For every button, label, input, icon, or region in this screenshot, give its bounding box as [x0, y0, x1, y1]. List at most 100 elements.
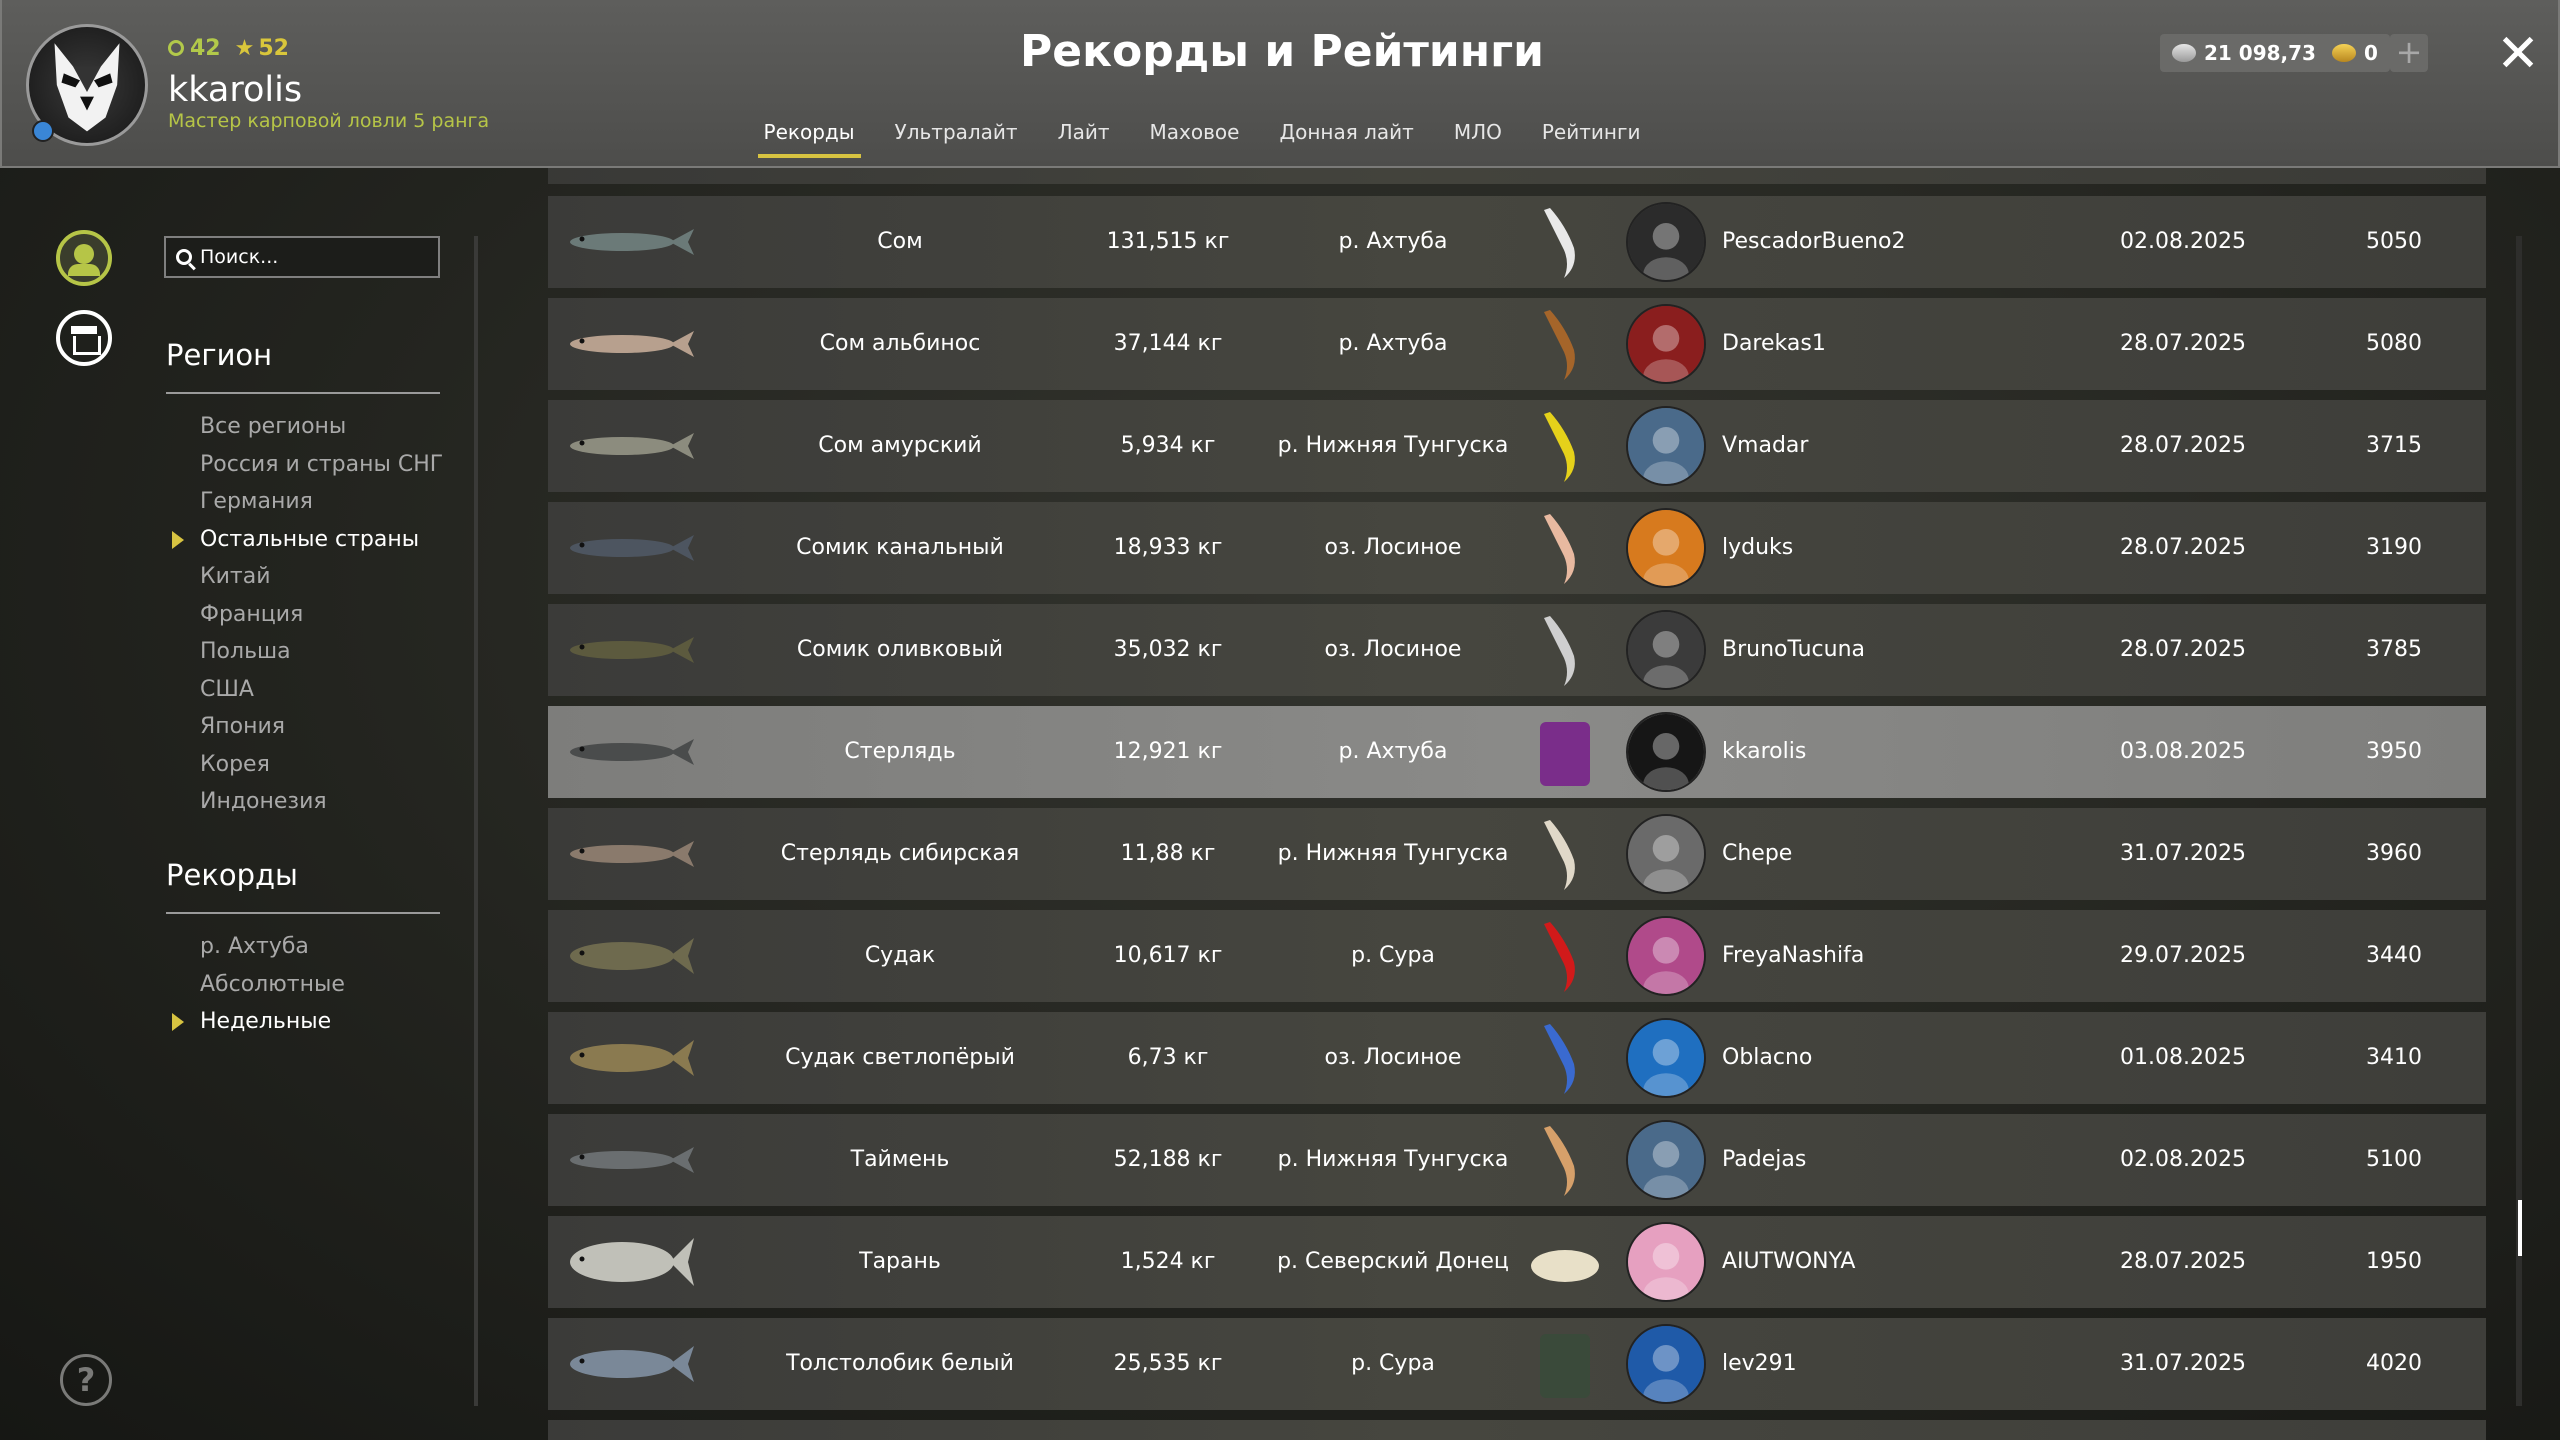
- player-name[interactable]: Vmadar: [1722, 400, 2002, 492]
- player-avatar-icon[interactable]: [1626, 1120, 1706, 1200]
- player-name[interactable]: PescadorBueno2: [1722, 196, 2002, 288]
- fish-weight: 10,617 кг: [1113, 943, 1223, 968]
- record-points: 3950: [2366, 739, 2422, 764]
- table-row[interactable]: Стерлядь сибирская 11,88 кг р. Нижняя Тунг…: [548, 808, 2486, 900]
- tab-light[interactable]: Лайт: [1058, 116, 1110, 158]
- player-avatar-icon[interactable]: [1626, 304, 1706, 384]
- region-item[interactable]: Индонезия: [200, 783, 443, 821]
- region-item[interactable]: Китай: [200, 558, 443, 596]
- player-name[interactable]: Chepe: [1722, 808, 2002, 900]
- friends-icon[interactable]: [56, 230, 112, 286]
- search-box[interactable]: [164, 236, 440, 278]
- fish-image: [560, 604, 700, 696]
- search-input[interactable]: [200, 246, 420, 268]
- player-avatar-icon[interactable]: [1626, 202, 1706, 282]
- player-name[interactable]: FreyaNashifa: [1722, 910, 2002, 1002]
- player-name[interactable]: Darekas1: [1722, 298, 2002, 390]
- tab-records[interactable]: Рекорды: [757, 116, 861, 158]
- table-row[interactable]: Тарань 1,524 кг р. Северский Донец AIUTWONY…: [548, 1216, 2486, 1308]
- tab-ratings[interactable]: Рейтинги: [1542, 116, 1641, 158]
- add-gold-button[interactable]: +: [2390, 34, 2428, 72]
- player-avatar-icon[interactable]: [1626, 610, 1706, 690]
- white-softbait-icon[interactable]: [1524, 196, 1606, 288]
- player-avatar-icon[interactable]: [1626, 1222, 1706, 1302]
- grain-pellets-icon[interactable]: [1524, 1216, 1606, 1308]
- player-avatar-icon[interactable]: [1626, 406, 1706, 486]
- record-item[interactable]: Абсолютные: [200, 966, 345, 1004]
- record-points: 3785: [2366, 637, 2422, 662]
- region-item[interactable]: Остальные страны: [171, 521, 443, 559]
- player-avatar-icon[interactable]: [1626, 1018, 1706, 1098]
- larva-icon[interactable]: [1524, 808, 1606, 900]
- record-date: 28.07.2025: [2120, 433, 2246, 458]
- grub-icon[interactable]: [1524, 604, 1606, 696]
- table-row[interactable]: Сом амурский 5,934 кг р. Нижняя Тунгуска Vm…: [548, 400, 2486, 492]
- tab-bottom-light[interactable]: Донная лайт: [1279, 116, 1413, 158]
- player-avatar-icon[interactable]: [1626, 814, 1706, 894]
- help-button[interactable]: ?: [60, 1354, 112, 1406]
- player-name[interactable]: Padejas: [1722, 1114, 2002, 1206]
- header-bar: 42 ★ 52 kkarolis Мастер карповой ловли 5 …: [0, 0, 2560, 168]
- record-item[interactable]: р. Ахтуба: [200, 928, 345, 966]
- player-name[interactable]: lyduks: [1722, 502, 2002, 594]
- player-name[interactable]: AIUTWONYA: [1722, 1216, 2002, 1308]
- region-item[interactable]: Япония: [200, 708, 443, 746]
- tab-mlo[interactable]: МЛО: [1454, 116, 1502, 158]
- table-row[interactable]: Толстолобик белый 25,535 кг р. Сура lev291 3…: [548, 1318, 2486, 1410]
- sidebar-divider: [474, 236, 478, 1406]
- fish-name: Сом альбинос: [819, 331, 981, 356]
- table-row[interactable]: Таймень 52,188 кг р. Нижняя Тунгуска Padeja…: [548, 1114, 2486, 1206]
- region-item[interactable]: Франция: [200, 596, 443, 634]
- bait-tub-icon[interactable]: [1524, 706, 1606, 798]
- table-row[interactable]: Сомик канальный 18,933 кг оз. Лосиное lyduk…: [548, 502, 2486, 594]
- boilie-jar-icon[interactable]: [1524, 1318, 1606, 1410]
- gold-value: 0: [2364, 41, 2378, 65]
- table-row[interactable]: Сом альбинос 37,144 кг р. Ахтуба Darekas1 28…: [548, 298, 2486, 390]
- player-name[interactable]: BrunoTucuna: [1722, 604, 2002, 696]
- region-item[interactable]: США: [200, 671, 443, 709]
- region-item[interactable]: Польша: [200, 633, 443, 671]
- scrollbar-thumb[interactable]: [2518, 1200, 2522, 1256]
- record-points: 3190: [2366, 535, 2422, 560]
- player-avatar-icon[interactable]: [1626, 712, 1706, 792]
- red-twister-icon[interactable]: [1524, 910, 1606, 1002]
- shrimp-icon[interactable]: [1524, 1114, 1606, 1206]
- record-item[interactable]: Недельные: [172, 1003, 345, 1041]
- shrimp-icon[interactable]: [1524, 298, 1606, 390]
- table-row[interactable]: Сомик оливковый 35,032 кг оз. Лосиное Bruno…: [548, 604, 2486, 696]
- tab-ultralight[interactable]: Ультралайт: [895, 116, 1018, 158]
- player-name[interactable]: lev291: [1722, 1318, 2002, 1410]
- region-item[interactable]: Германия: [200, 483, 443, 521]
- player-avatar-icon[interactable]: [1626, 508, 1706, 588]
- table-row[interactable]: Сом 131,515 кг р. Ахтуба PescadorBueno2 02.0…: [548, 196, 2486, 288]
- records-divider: [166, 912, 440, 914]
- meat-cut-icon[interactable]: [1524, 502, 1606, 594]
- player-name[interactable]: Oblacno: [1722, 1012, 2002, 1104]
- fish-image: [560, 808, 700, 900]
- region-item[interactable]: Все регионы: [200, 408, 443, 446]
- archive-icon[interactable]: [56, 310, 112, 366]
- region-item[interactable]: Россия и страны СНГ: [200, 446, 443, 484]
- crayfish-icon[interactable]: [1524, 1012, 1606, 1104]
- table-row[interactable]: Стерлядь 12,921 кг р. Ахтуба kkarolis 03.08.…: [548, 706, 2486, 798]
- location-name: р. Ахтуба: [1338, 739, 1448, 764]
- tab-float[interactable]: Маховое: [1150, 116, 1240, 158]
- player-name[interactable]: kkarolis: [1722, 706, 2002, 798]
- player-avatar-icon[interactable]: [1626, 1324, 1706, 1404]
- fish-weight: 6,73 кг: [1127, 1045, 1209, 1070]
- record-date: 28.07.2025: [2120, 1249, 2246, 1274]
- yellow-softbait-icon[interactable]: [1524, 400, 1606, 492]
- location-name: р. Ахтуба: [1338, 229, 1448, 254]
- region-item[interactable]: Корея: [200, 746, 443, 784]
- fish-weight: 1,524 кг: [1120, 1249, 1216, 1274]
- record-date: 28.07.2025: [2120, 637, 2246, 662]
- table-row[interactable]: Судак светлопёрый 6,73 кг оз. Лосиное Oblac…: [548, 1012, 2486, 1104]
- player-avatar-icon[interactable]: [1626, 916, 1706, 996]
- record-points: 3715: [2366, 433, 2422, 458]
- table-row[interactable]: Судак 10,617 кг р. Сура FreyaNashifa 29.07.2…: [548, 910, 2486, 1002]
- record-date: 01.08.2025: [2120, 1045, 2246, 1070]
- record-points: 5080: [2366, 331, 2422, 356]
- record-date: 31.07.2025: [2120, 841, 2246, 866]
- close-button[interactable]: ✕: [2488, 24, 2548, 84]
- record-points: 3960: [2366, 841, 2422, 866]
